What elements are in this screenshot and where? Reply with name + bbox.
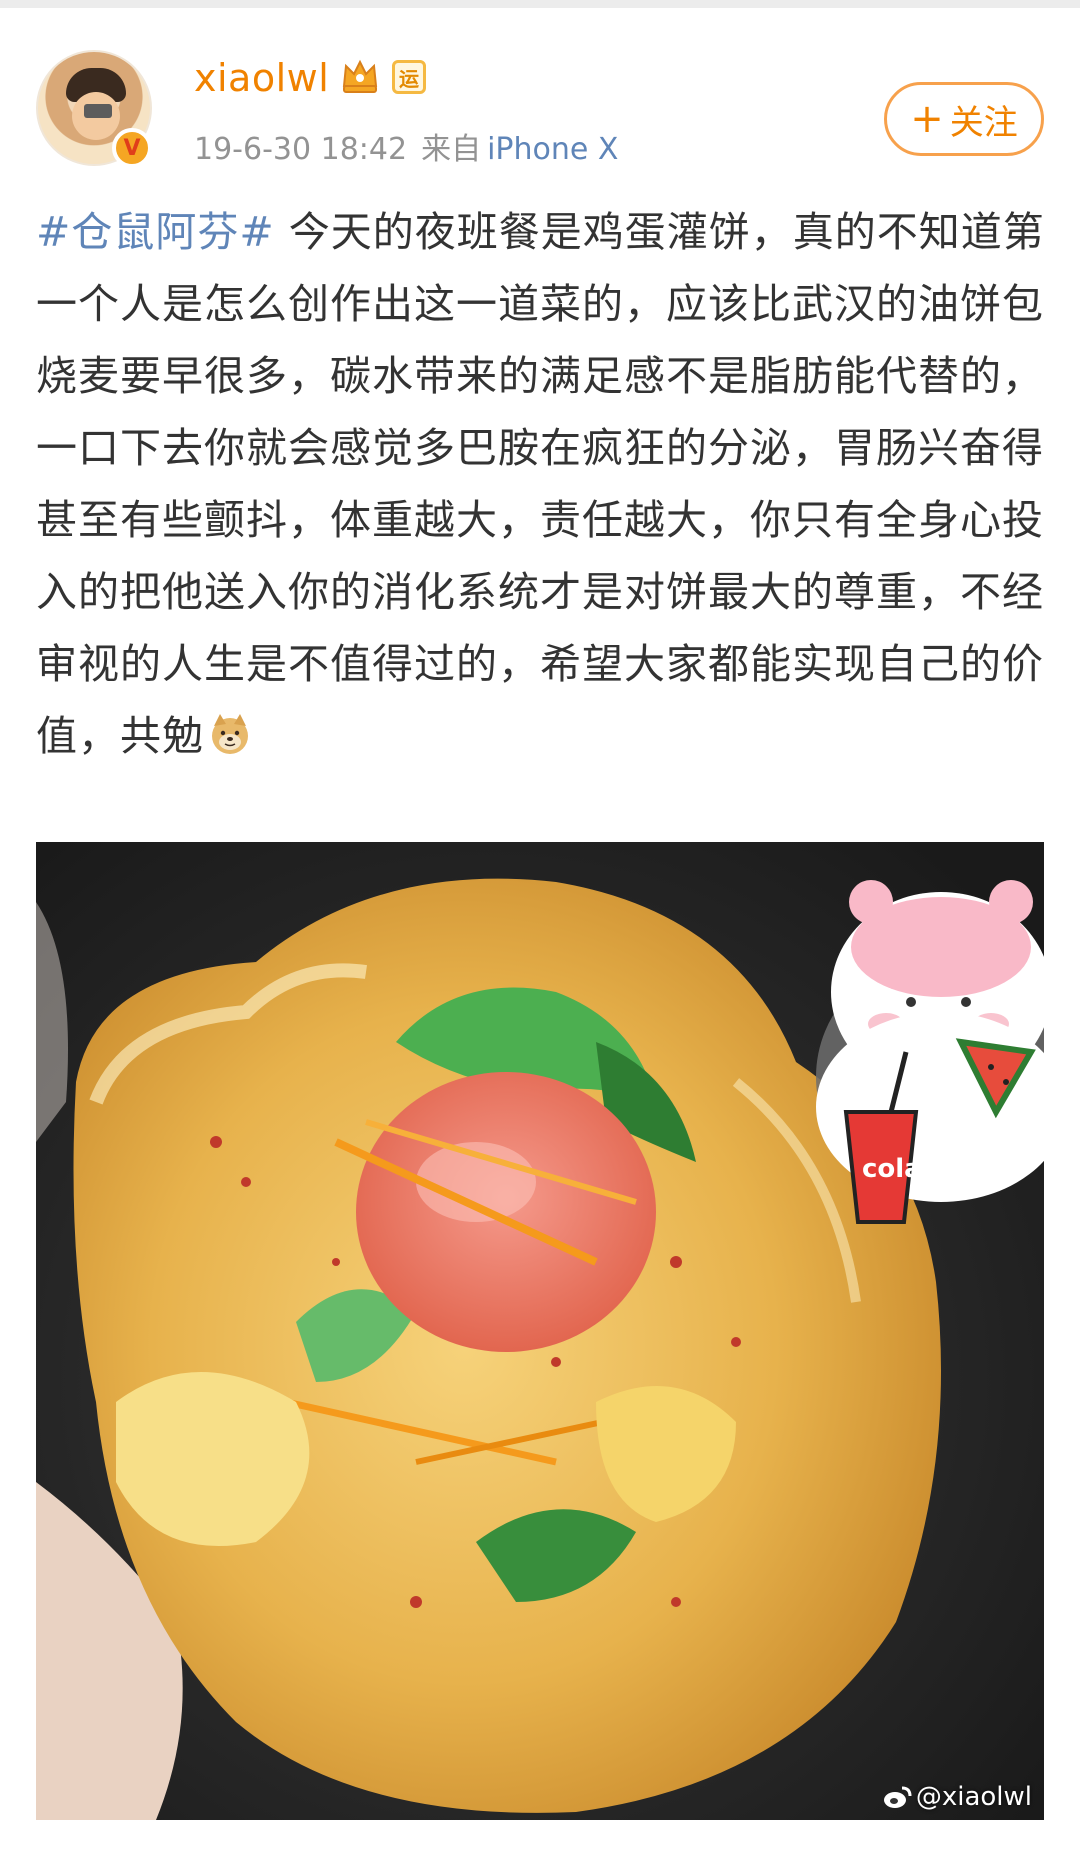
doge-icon	[212, 714, 248, 754]
verified-badge-icon: V	[112, 128, 152, 168]
post-photo[interactable]: cola @xiaolwl	[36, 842, 1044, 1820]
food-illustration: cola	[36, 842, 1044, 1820]
post-timestamp: 19-6-30 18:42	[194, 132, 408, 167]
post-body: 今天的夜班餐是鸡蛋灌饼，真的不知道第一个人是怎么创作出这一道菜的，应该比武汉的油…	[36, 208, 1045, 760]
follow-label: 关注	[949, 102, 1018, 143]
cola-text: cola	[862, 1154, 922, 1184]
from-label: 来自	[421, 132, 482, 167]
watermark: @xiaolwl	[882, 1782, 1032, 1812]
watermark-text: @xiaolwl	[915, 1782, 1032, 1812]
device-link[interactable]: iPhone X	[487, 132, 618, 167]
follow-button[interactable]: + 关注	[884, 82, 1044, 156]
username[interactable]: xiaolwl	[194, 56, 329, 100]
weibo-icon	[883, 1786, 912, 1808]
post-meta: 19-6-30 18:42 来自 iPhone X	[194, 124, 618, 168]
status-strip	[0, 0, 1080, 8]
yun-badge: 运	[392, 60, 426, 94]
post-header: V xiaolwl 运 19-6-30 18:42 来自 iPhone X + 关注	[0, 40, 1080, 170]
crown-icon	[342, 59, 378, 93]
avatar-camera	[84, 104, 112, 118]
post-text: #仓鼠阿芬# 今天的夜班餐是鸡蛋灌饼，真的不知道第一个人是怎么创作出这一道菜的，…	[36, 196, 1046, 772]
topic-link[interactable]: #仓鼠阿芬#	[36, 208, 275, 256]
plus-icon: +	[910, 96, 944, 142]
